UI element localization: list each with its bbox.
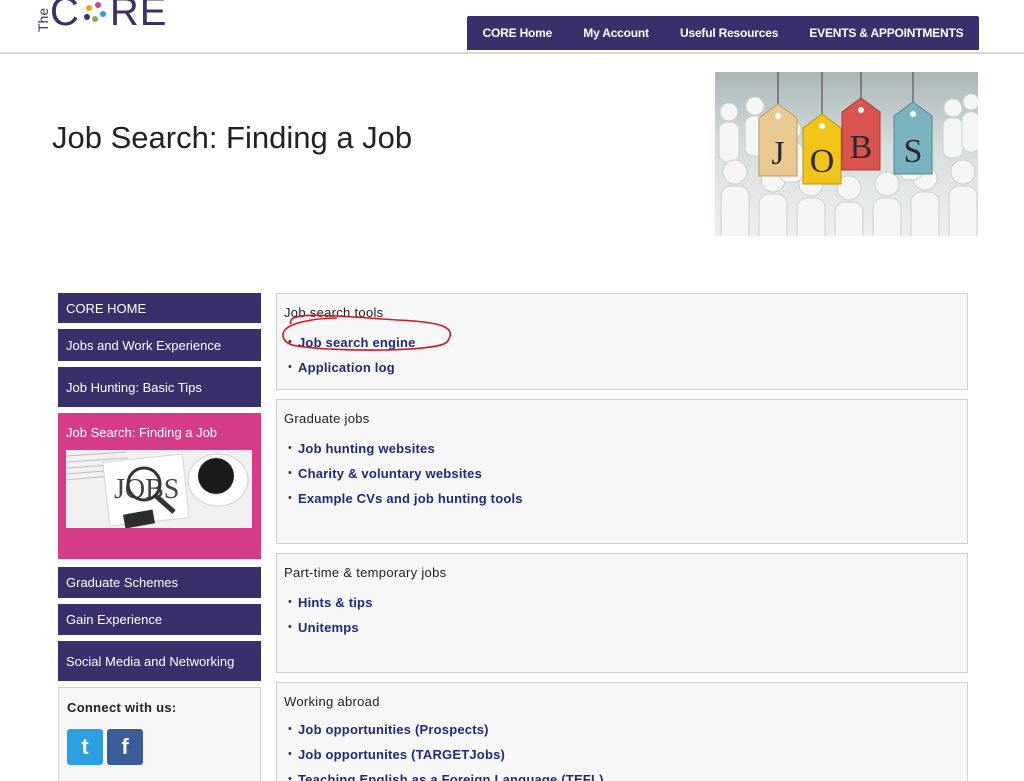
sidebar-item-job-hunting-basic-tips[interactable]: Job Hunting: Basic Tips — [58, 367, 261, 407]
content-panels: Job search tools Job search engine Appli… — [276, 293, 968, 781]
logo-letters-re: RE — [109, 0, 168, 34]
nav-events-appointments[interactable]: EVENTS & APPOINTMENTS — [809, 26, 963, 40]
page: The C RE CORE Home My Account Useful Res… — [0, 0, 1024, 781]
list-item: Example CVs and job hunting tools — [284, 486, 967, 511]
sidebar-item-graduate-schemes[interactable]: Graduate Schemes — [58, 567, 261, 598]
panel-title: Working abroad — [284, 694, 380, 709]
connect-box: Connect with us: t f — [58, 687, 261, 781]
link-job-opportunities-targetjobs[interactable]: Job opportunites (TARGETJobs) — [298, 747, 505, 762]
list-item: Job opportunities (Prospects) — [284, 717, 967, 742]
panel-working-abroad: Working abroad Job opportunities (Prospe… — [276, 682, 968, 781]
list-item: Teaching English as a Foreign Language (… — [284, 767, 967, 781]
logo-prefix: The — [35, 7, 51, 32]
jobs-magnifier-coffee-illustration: JOBS — [66, 450, 252, 528]
link-job-opportunities-prospects[interactable]: Job opportunities (Prospects) — [298, 722, 489, 737]
main-nav: CORE Home My Account Useful Resources EV… — [467, 16, 979, 50]
site-header: The C RE CORE Home My Account Useful Res… — [0, 0, 1024, 54]
list-item: Job search engine — [284, 330, 967, 355]
panel-title: Job search tools — [284, 305, 384, 320]
list-item: Unitemps — [284, 615, 967, 640]
link-list: Job opportunities (Prospects) Job opport… — [284, 717, 967, 781]
hero-tag-s: S — [904, 133, 923, 170]
link-example-cvs[interactable]: Example CVs and job hunting tools — [298, 491, 523, 506]
sidebar-jobs-thumbnail: JOBS — [66, 450, 252, 528]
list-item: Job hunting websites — [284, 436, 967, 461]
hero-tag-o: O — [810, 143, 835, 180]
panel-title: Graduate jobs — [284, 411, 370, 426]
link-unitemps[interactable]: Unitemps — [298, 620, 359, 635]
panel-graduate-jobs: Graduate jobs Job hunting websites Chari… — [276, 399, 968, 544]
panel-job-search-tools: Job search tools Job search engine Appli… — [276, 293, 968, 390]
hero-tag-b: B — [850, 129, 873, 166]
core-logo[interactable]: The C RE — [35, 0, 167, 34]
link-tefl[interactable]: Teaching English as a Foreign Language (… — [298, 772, 604, 781]
facebook-icon[interactable]: f — [107, 729, 143, 765]
link-application-log[interactable]: Application log — [298, 360, 395, 375]
panel-part-time-jobs: Part-time & temporary jobs Hints & tips … — [276, 553, 968, 673]
link-charity-voluntary-websites[interactable]: Charity & voluntary websites — [298, 466, 482, 481]
link-job-hunting-websites[interactable]: Job hunting websites — [298, 441, 435, 456]
logo-dots-icon — [82, 0, 108, 25]
sidebar-item-job-search-active[interactable]: Job Search: Finding a Job JOBS — [58, 413, 261, 559]
jobs-tags-illustration: J O B S — [718, 72, 978, 236]
jobs-hero-image: J O B S — [715, 72, 978, 236]
link-list: Job hunting websites Charity & voluntary… — [284, 436, 967, 511]
link-hints-tips[interactable]: Hints & tips — [298, 595, 373, 610]
panel-title: Part-time & temporary jobs — [284, 565, 447, 580]
twitter-icon[interactable]: t — [67, 729, 103, 765]
logo-letter-c: C — [50, 0, 80, 34]
nav-core-home[interactable]: CORE Home — [483, 26, 553, 40]
sidebar-item-jobs-work-experience[interactable]: Jobs and Work Experience — [58, 329, 261, 361]
sidebar-item-core-home[interactable]: CORE HOME — [58, 293, 261, 323]
list-item: Application log — [284, 355, 967, 380]
logo-word: C RE — [50, 0, 167, 34]
nav-my-account[interactable]: My Account — [583, 26, 649, 40]
sidebar: CORE HOME Jobs and Work Experience Job H… — [58, 293, 261, 781]
page-title: Job Search: Finding a Job — [52, 120, 413, 155]
link-job-search-engine[interactable]: Job search engine — [298, 335, 416, 350]
list-item: Charity & voluntary websites — [284, 461, 967, 486]
connect-title: Connect with us: — [67, 700, 177, 715]
link-list: Job search engine Application log — [284, 330, 967, 380]
list-item: Job opportunites (TARGETJobs) — [284, 742, 967, 767]
sidebar-item-social-media-networking[interactable]: Social Media and Networking — [58, 641, 261, 681]
sidebar-active-label: Job Search: Finding a Job — [66, 425, 218, 440]
hero-tag-j: J — [771, 135, 784, 172]
sidebar-item-gain-experience[interactable]: Gain Experience — [58, 604, 261, 635]
link-list: Hints & tips Unitemps — [284, 590, 967, 640]
list-item: Hints & tips — [284, 590, 967, 615]
nav-useful-resources[interactable]: Useful Resources — [680, 26, 778, 40]
social-links: t f — [67, 729, 252, 765]
